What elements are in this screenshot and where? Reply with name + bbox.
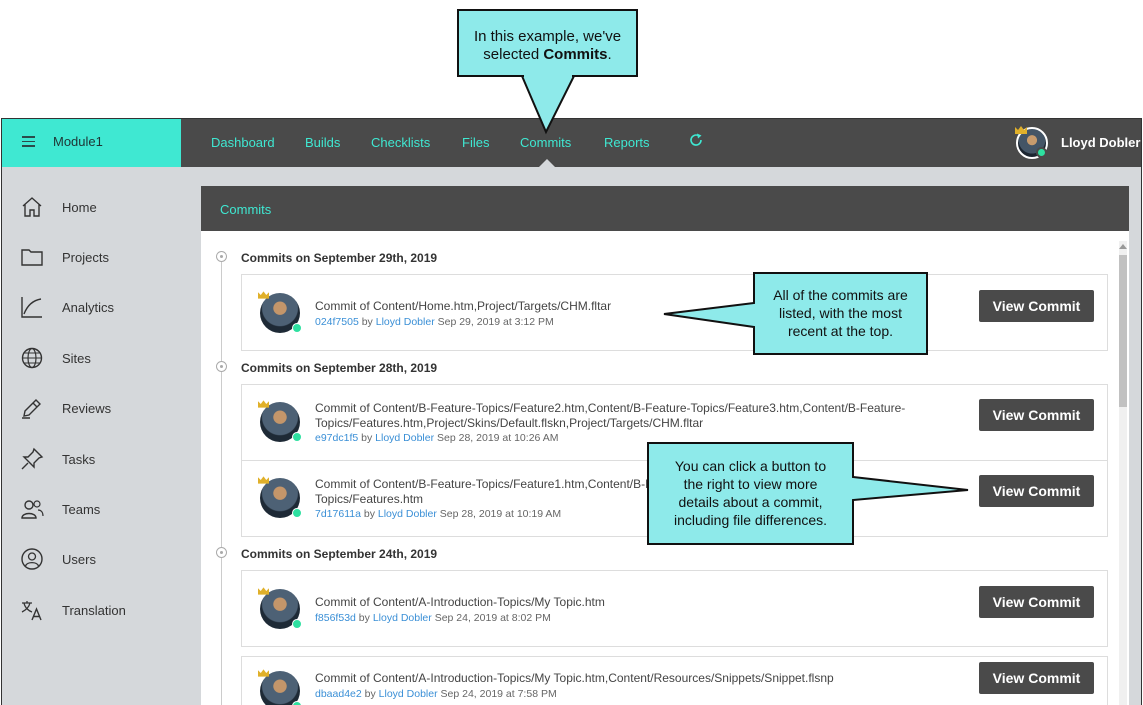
- callout-view-commit-shape: [647, 442, 969, 545]
- callout-view-commit: You can click a button to the right to v…: [673, 458, 828, 528]
- callout-commits-listed: All of the commits are listed, with the …: [773, 287, 908, 339]
- screenshot-stage: In this example, we've selected Commits.…: [0, 0, 1143, 705]
